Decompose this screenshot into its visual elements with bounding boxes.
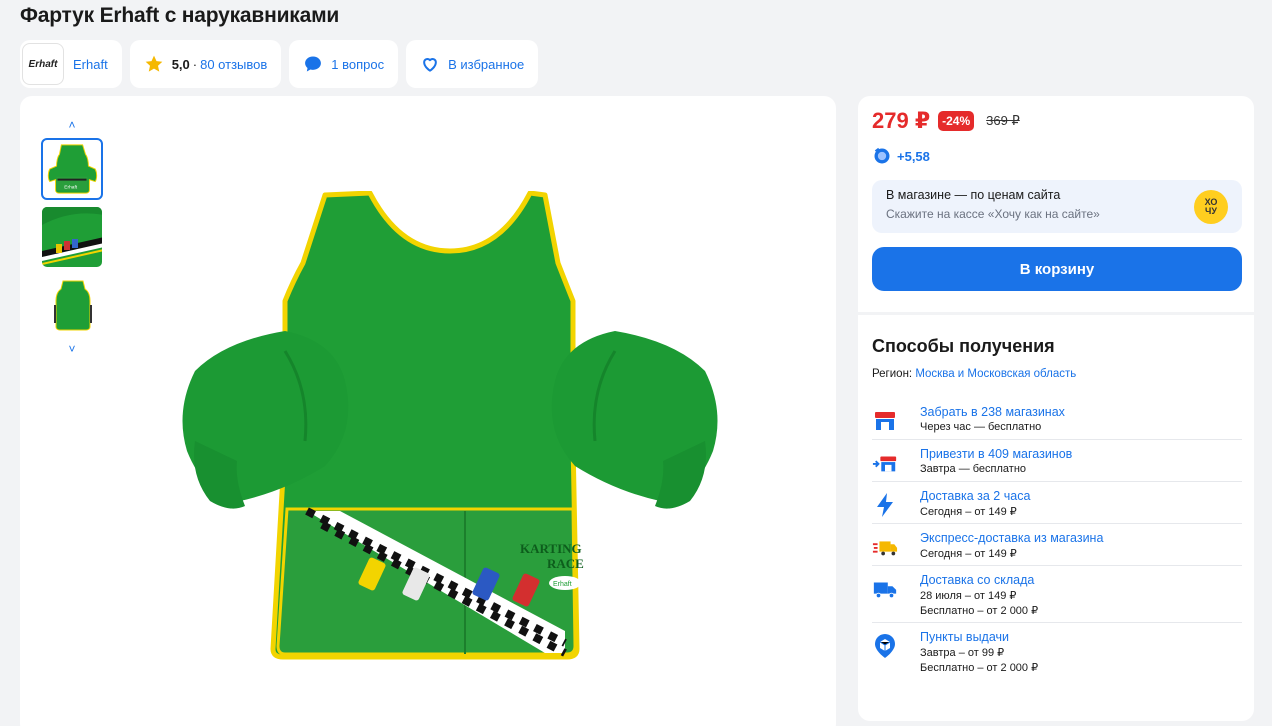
bonus-points[interactable]: +5,58 <box>872 146 930 166</box>
delivery-option-express[interactable]: Экспресс-доставка из магазина Сегодня – … <box>872 524 1242 566</box>
store-price-title: В магазине — по ценам сайта <box>886 188 1061 202</box>
questions-chip[interactable]: 1 вопрос <box>289 40 399 88</box>
delivery-option-detail: Сегодня – от 149 ₽ <box>920 506 1017 518</box>
purchase-panel: 279 ₽ -24% 369 ₽ +5,58 В магазине — по ц… <box>858 96 1254 721</box>
store-icon <box>872 408 898 434</box>
questions-label: 1 вопрос <box>331 56 385 72</box>
bonus-value: +5,58 <box>897 148 930 164</box>
region-row: Регион: Москва и Московская область <box>872 368 1076 380</box>
delivery-option-label[interactable]: Привезти в 409 магазинов <box>920 447 1072 461</box>
store-price-info[interactable]: В магазине — по ценам сайта Скажите на к… <box>872 180 1242 233</box>
delivery-section-title: Способы получения <box>872 336 1055 356</box>
delivery-option-label[interactable]: Экспресс-доставка из магазина <box>920 531 1103 545</box>
delivery-option-2-hours[interactable]: Доставка за 2 часа Сегодня – от 149 ₽ <box>872 482 1242 524</box>
delivery-option-warehouse[interactable]: Доставка со склада 28 июля – от 149 ₽ Бе… <box>872 566 1242 623</box>
hochu-badge-line2: ЧУ <box>1205 206 1217 216</box>
delivery-option-bring-to-store[interactable]: Привезти в 409 магазинов Завтра — беспла… <box>872 440 1242 482</box>
thumbnail-strip: ˄ Erhaft ˅ <box>40 118 104 356</box>
delivery-option-detail: Через час — бесплатно <box>920 421 1042 433</box>
pickup-point-icon <box>872 633 898 659</box>
delivery-option-detail: Завтра — бесплатно <box>920 463 1027 475</box>
section-divider <box>858 312 1254 315</box>
delivery-option-pickup-points[interactable]: Пункты выдачи Завтра – от 99 ₽ Бесплатно… <box>872 623 1242 679</box>
delivery-option-detail: Завтра – от 99 ₽ <box>920 647 1005 659</box>
store-arrow-icon <box>872 450 898 476</box>
old-price: 369 ₽ <box>986 113 1020 128</box>
store-price-subtitle: Скажите на кассе «Хочу как на сайте» <box>886 207 1100 221</box>
delivery-option-label[interactable]: Забрать в 238 магазинах <box>920 405 1065 419</box>
reviews-link[interactable]: 80 отзывов <box>200 57 267 72</box>
add-to-cart-button[interactable]: В корзину <box>872 247 1242 291</box>
discount-badge: -24% <box>938 111 975 131</box>
product-main-image[interactable]: KARTING RACE Erhaft <box>165 190 725 686</box>
thumb-print-label: Erhaft <box>64 184 78 190</box>
brand-name: Erhaft <box>73 56 108 72</box>
heart-icon <box>420 54 440 74</box>
express-truck-icon <box>872 534 898 560</box>
print-brand-label: Erhaft <box>553 581 572 588</box>
rating-chip[interactable]: 5,0 · 80 отзывов <box>129 40 282 88</box>
rating-separator: · <box>192 56 198 72</box>
print-title-line1: KARTING <box>520 541 582 556</box>
delivery-option-label[interactable]: Доставка за 2 часа <box>920 489 1030 503</box>
thumbnail-3[interactable] <box>41 274 103 336</box>
lightning-icon <box>872 492 898 518</box>
product-title: Фартук Erhaft с нарукавниками <box>20 4 340 27</box>
truck-icon <box>872 576 898 602</box>
chat-bubble-icon <box>303 54 323 74</box>
region-label: Регион: <box>872 368 913 380</box>
bonus-coin-icon <box>872 146 892 166</box>
hochu-badge-icon: ХО ЧУ <box>1194 190 1228 224</box>
delivery-option-label[interactable]: Пункты выдачи <box>920 630 1038 644</box>
delivery-option-detail-free: Бесплатно – от 2 000 ₽ <box>920 662 1039 674</box>
gallery-down-arrow-icon[interactable]: ˅ <box>68 342 75 356</box>
star-icon <box>144 54 164 74</box>
gallery-up-arrow-icon[interactable]: ˄ <box>68 118 75 132</box>
price-row: 279 ₽ -24% 369 ₽ <box>872 108 1020 134</box>
favorite-chip[interactable]: В избранное <box>406 40 539 88</box>
region-link[interactable]: Москва и Московская область <box>915 368 1076 380</box>
favorite-label: В избранное <box>448 56 525 72</box>
delivery-option-detail: Сегодня – от 149 ₽ <box>920 548 1017 560</box>
print-title-line2: RACE <box>547 556 584 571</box>
thumbnail-1[interactable]: Erhaft <box>41 138 103 200</box>
delivery-option-pickup[interactable]: Забрать в 238 магазинах Через час — бесп… <box>872 398 1242 440</box>
product-meta-chips: Erhaft Erhaft 5,0 · 80 отзывов 1 вопрос … <box>20 40 539 88</box>
brand-logo: Erhaft <box>22 43 64 85</box>
current-price: 279 ₽ <box>872 108 931 133</box>
delivery-option-detail-free: Бесплатно – от 2 000 ₽ <box>920 605 1039 617</box>
product-gallery: ˄ Erhaft ˅ KARTING RACE Erhaft <box>20 96 836 726</box>
rating-value: 5,0 <box>171 56 190 72</box>
delivery-options-list: Забрать в 238 магазинах Через час — бесп… <box>872 398 1242 679</box>
delivery-option-detail: 28 июля – от 149 ₽ <box>920 590 1017 602</box>
thumbnail-2[interactable] <box>41 206 103 268</box>
brand-chip[interactable]: Erhaft Erhaft <box>20 40 122 88</box>
delivery-option-label[interactable]: Доставка со склада <box>920 573 1038 587</box>
